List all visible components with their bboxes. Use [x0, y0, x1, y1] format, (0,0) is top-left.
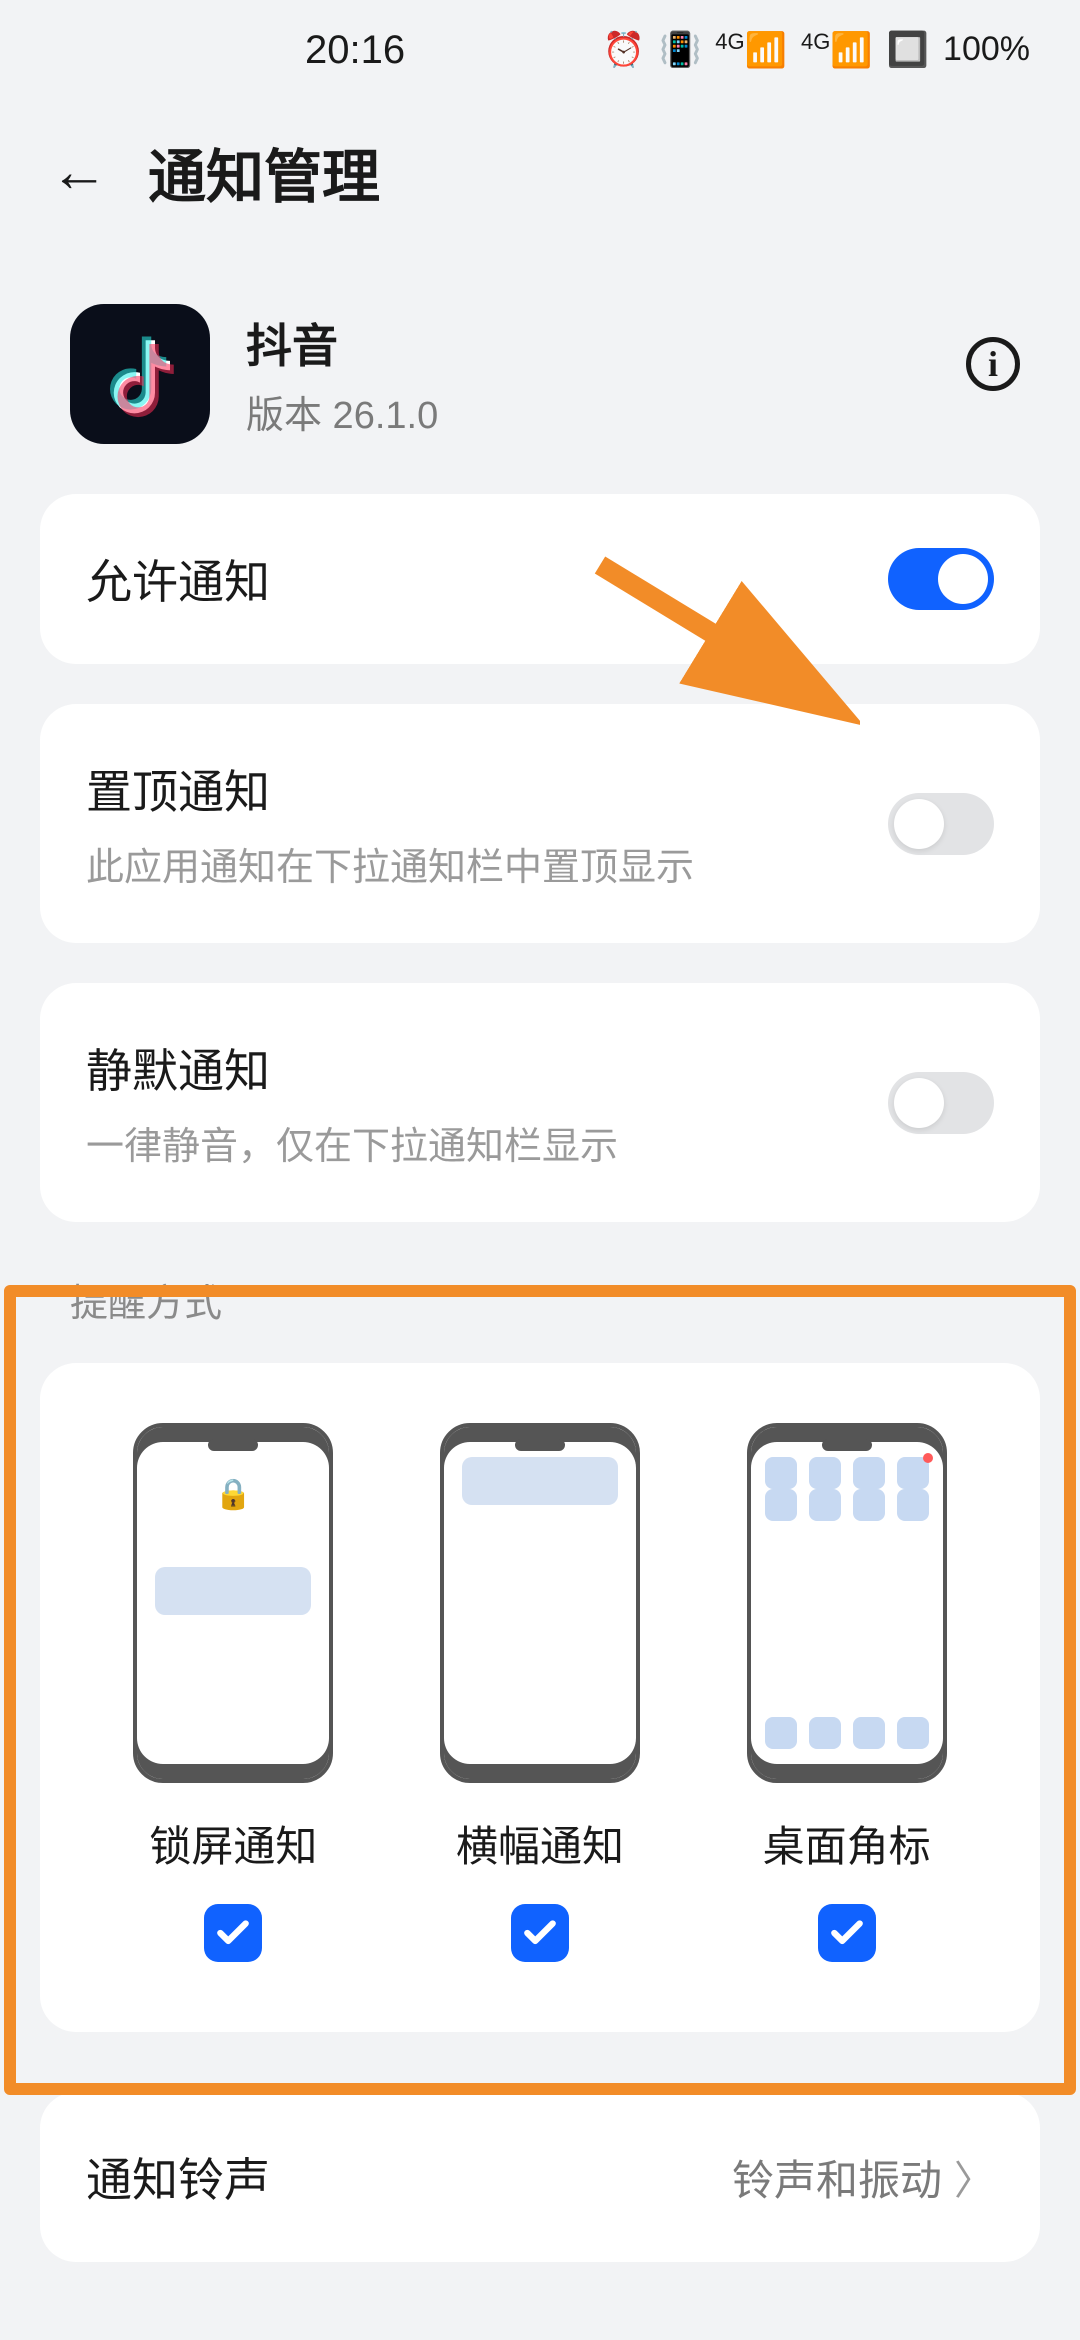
- app-icon-douyin: [70, 304, 210, 444]
- music-note-icon: [95, 329, 185, 419]
- signal-2-icon: 4G📶: [801, 29, 873, 70]
- allow-notifications-row[interactable]: 允许通知: [80, 494, 1000, 664]
- chevron-right-icon: 〉: [954, 2148, 994, 2206]
- lockscreen-preview: 🔒: [133, 1423, 333, 1783]
- page-title: 通知管理: [148, 130, 380, 214]
- allow-notifications-label: 允许通知: [86, 546, 858, 612]
- battery-icon: 🔲: [887, 30, 929, 70]
- allow-notifications-card: 允许通知: [40, 494, 1040, 664]
- vibrate-icon: 📳: [659, 30, 701, 70]
- pin-notifications-row[interactable]: 置顶通知 此应用通知在下拉通知栏中置顶显示: [80, 704, 1000, 943]
- alarm-icon: ⏰: [603, 30, 645, 70]
- pin-notifications-toggle[interactable]: [888, 793, 994, 855]
- badge-preview: [747, 1423, 947, 1783]
- app-info-row: 抖音 版本 26.1.0 i: [0, 274, 1080, 454]
- pin-notifications-label: 置顶通知: [86, 756, 858, 822]
- pin-notifications-subtitle: 此应用通知在下拉通知栏中置顶显示: [86, 836, 858, 891]
- reminder-section-header: 提醒方式: [0, 1222, 1080, 1337]
- ringtone-card: 通知铃声 铃声和振动 〉: [40, 2092, 1040, 2262]
- app-version: 版本 26.1.0: [246, 384, 438, 439]
- ringtone-label: 通知铃声: [86, 2144, 702, 2210]
- silent-notifications-card: 静默通知 一律静音，仅在下拉通知栏显示: [40, 983, 1040, 1222]
- silent-notifications-label: 静默通知: [86, 1035, 858, 1101]
- check-icon: [828, 1914, 866, 1952]
- ringtone-row[interactable]: 通知铃声 铃声和振动 〉: [80, 2092, 1000, 2262]
- lockscreen-checkbox[interactable]: [204, 1904, 262, 1962]
- signal-1-icon: 4G📶: [715, 29, 787, 70]
- badge-checkbox[interactable]: [818, 1904, 876, 1962]
- check-icon: [214, 1914, 252, 1952]
- silent-notifications-toggle[interactable]: [888, 1072, 994, 1134]
- banner-label: 横幅通知: [456, 1813, 624, 1874]
- reminder-modes-card: 🔒 锁屏通知 横幅通知 桌面角标: [40, 1363, 1040, 2032]
- badge-label: 桌面角标: [763, 1813, 931, 1874]
- silent-notifications-row[interactable]: 静默通知 一律静音，仅在下拉通知栏显示: [80, 983, 1000, 1222]
- info-icon[interactable]: i: [966, 337, 1020, 391]
- status-icons: ⏰ 📳 4G📶 4G📶 🔲 100%: [603, 29, 1030, 70]
- battery-percent: 100%: [943, 30, 1030, 69]
- status-time: 20:16: [305, 28, 405, 73]
- lock-icon: 🔒: [215, 1477, 252, 1512]
- ringtone-value: 铃声和振动: [732, 2147, 942, 2208]
- page-header: ← 通知管理: [0, 100, 1080, 274]
- back-icon[interactable]: ←: [50, 143, 108, 201]
- mode-badge[interactable]: 桌面角标: [747, 1423, 947, 1962]
- check-icon: [521, 1914, 559, 1952]
- status-bar: 20:16 ⏰ 📳 4G📶 4G📶 🔲 100%: [0, 0, 1080, 100]
- banner-preview: [440, 1423, 640, 1783]
- mode-banner[interactable]: 横幅通知: [440, 1423, 640, 1962]
- mode-lockscreen[interactable]: 🔒 锁屏通知: [133, 1423, 333, 1962]
- banner-checkbox[interactable]: [511, 1904, 569, 1962]
- allow-notifications-toggle[interactable]: [888, 548, 994, 610]
- silent-notifications-subtitle: 一律静音，仅在下拉通知栏显示: [86, 1115, 858, 1170]
- lockscreen-label: 锁屏通知: [149, 1813, 317, 1874]
- app-name: 抖音: [246, 310, 438, 376]
- pin-notifications-card: 置顶通知 此应用通知在下拉通知栏中置顶显示: [40, 704, 1040, 943]
